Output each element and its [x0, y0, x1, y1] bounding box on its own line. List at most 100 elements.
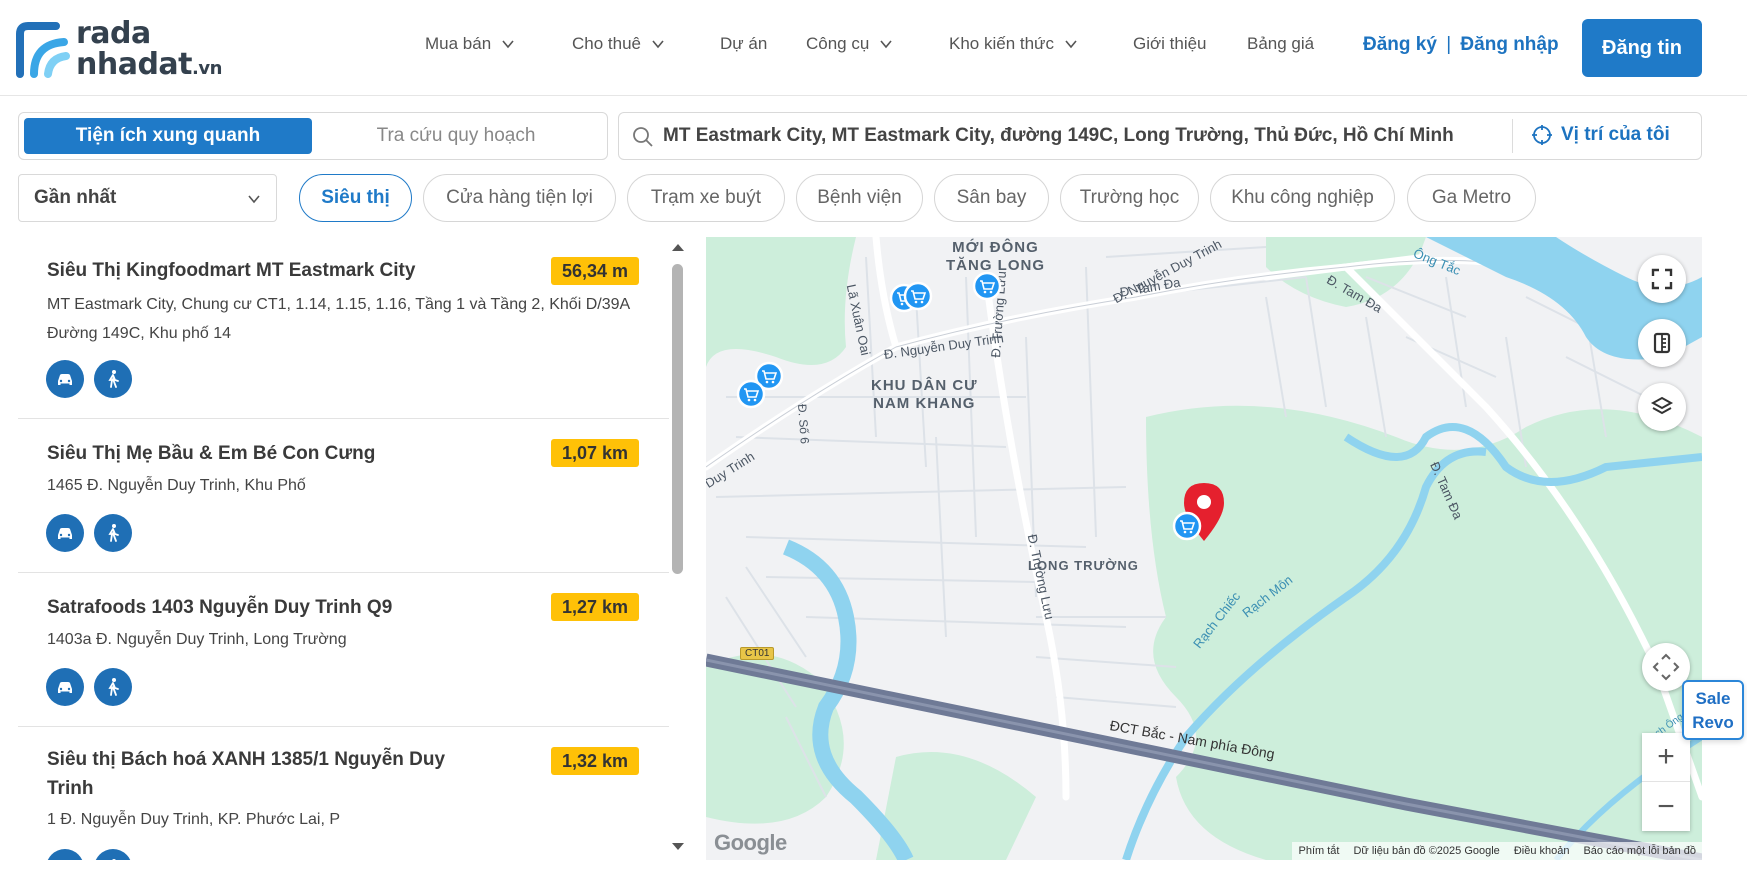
shopping-cart-marker-icon[interactable] — [736, 379, 766, 413]
search-icon — [633, 127, 653, 147]
area-label-text: KHU DÂN CƯ NAM KHANG — [871, 377, 978, 412]
nav-du-an[interactable]: Dự án — [720, 34, 767, 54]
result-address: 1403a Đ. Nguyễn Duy Trinh, Long Trường — [47, 631, 347, 648]
sale-revo-badge[interactable]: Sale Revo — [1682, 680, 1744, 740]
login-link[interactable]: Đăng nhập — [1460, 34, 1558, 55]
fullscreen-button[interactable] — [1638, 255, 1686, 303]
car-icon — [54, 857, 76, 860]
nav-bang-gia[interactable]: Bảng giá — [1247, 34, 1314, 54]
distance-badge: 1,07 km — [550, 439, 639, 467]
nav-gioi-thieu[interactable]: Giới thiệu — [1133, 34, 1207, 54]
nav-label: Bảng giá — [1247, 34, 1315, 53]
scroll-down-arrow-icon[interactable] — [672, 843, 684, 850]
register-link[interactable]: Đăng ký — [1363, 34, 1437, 55]
shopping-cart-marker-icon[interactable] — [903, 281, 933, 315]
drive-directions-button[interactable] — [46, 514, 84, 552]
chevron-down-icon — [502, 40, 514, 49]
chip-khu-cong-nghiep[interactable]: Khu công nghiệp — [1210, 174, 1395, 222]
google-logo: Google — [714, 830, 787, 855]
result-address: MT Eastmark City, Chung cư CT1, 1.14, 1.… — [47, 296, 630, 342]
area-label: KHU DÂN CƯ NAM KHANG — [871, 377, 978, 413]
chip-cua-hang-tien-loi[interactable]: Cửa hàng tiện lợi — [423, 174, 616, 222]
sale-badge-line2: Revo — [1692, 713, 1734, 732]
nav-label: Công cụ — [806, 34, 870, 53]
walk-icon — [108, 678, 119, 696]
layers-icon — [1650, 396, 1674, 415]
crosshair-icon — [1532, 125, 1552, 145]
search-divider — [1512, 119, 1513, 153]
scroll-up-arrow-icon[interactable] — [672, 244, 684, 251]
highway-shield: CT01 — [740, 647, 775, 660]
nav-label: Cho thuê — [572, 34, 641, 53]
list-item[interactable]: Siêu Thị Kingfoodmart MT Eastmark City 5… — [18, 236, 669, 419]
drive-directions-button[interactable] — [46, 360, 84, 398]
chip-san-bay[interactable]: Sân bay — [934, 174, 1049, 222]
logo-mark-icon — [16, 22, 70, 78]
drive-directions-button[interactable] — [46, 668, 84, 706]
list-item[interactable]: Siêu Thị Mẹ Bầu & Em Bé Con Cưng 1,07 km… — [18, 419, 669, 573]
logo-text: rada nhadat.vn — [76, 18, 222, 84]
pan-arrows-icon — [1652, 653, 1680, 681]
walk-directions-button[interactable] — [94, 514, 132, 552]
keyboard-shortcuts-link[interactable]: Phím tắt — [1298, 845, 1339, 857]
shopping-cart-marker-icon[interactable] — [972, 271, 1002, 305]
chip-truong-hoc[interactable]: Trường học — [1060, 174, 1199, 222]
zoom-in-button[interactable]: + — [1642, 733, 1690, 782]
logo-line1: rada — [76, 16, 151, 51]
logo[interactable]: rada nhadat.vn — [16, 18, 246, 80]
list-item[interactable]: Siêu thị Bách hoá XANH 1385/1 Nguyễn Duy… — [18, 727, 669, 860]
tab-tien-ich[interactable]: Tiện ích xung quanh — [24, 118, 312, 154]
tab-quy-hoach[interactable]: Tra cứu quy hoạch — [312, 118, 600, 154]
chevron-down-icon — [248, 195, 260, 204]
walk-directions-button[interactable] — [94, 668, 132, 706]
site-header: rada nhadat.vn Mua bán Cho thuê Dự án Cô… — [0, 0, 1747, 96]
mode-toggle: Tiện ích xung quanh Tra cứu quy hoạch — [18, 112, 608, 160]
walk-directions-button[interactable] — [94, 849, 132, 860]
layers-button[interactable] — [1638, 383, 1686, 431]
nav-mua-ban[interactable]: Mua bán — [425, 34, 515, 54]
area-label: MỚI ĐÔNG TĂNG LONG — [946, 239, 1045, 275]
map-view[interactable]: MỚI ĐÔNG TĂNG LONG KHU DÂN CƯ NAM KHANG … — [706, 237, 1702, 860]
legend-button[interactable] — [1638, 319, 1686, 367]
drive-directions-button[interactable] — [46, 849, 84, 860]
chip-benh-vien[interactable]: Bệnh viện — [796, 174, 923, 222]
nav-kho-kien-thuc[interactable]: Kho kiến thức — [949, 34, 1078, 54]
result-name: Satrafoods 1403 Nguyễn Duy Trinh Q9 — [47, 597, 393, 618]
walk-icon — [108, 524, 119, 542]
chip-sieu-thi[interactable]: Siêu thị — [299, 174, 412, 222]
search-input[interactable]: MT Eastmark City, MT Eastmark City, đườn… — [663, 125, 1493, 147]
area-label-text: MỚI ĐÔNG TĂNG LONG — [946, 239, 1045, 274]
zoom-control: + − — [1642, 733, 1690, 831]
chevron-down-icon — [880, 40, 892, 49]
shopping-cart-marker-icon[interactable] — [1172, 511, 1202, 545]
nav-label: Dự án — [720, 34, 768, 53]
distance-badge: 1,32 km — [550, 747, 639, 775]
sort-value: Gần nhất — [34, 187, 117, 208]
terms-link[interactable]: Điều khoản — [1514, 845, 1570, 857]
my-location-label: Vị trí của tôi — [1561, 124, 1670, 145]
scrollbar-thumb[interactable] — [672, 264, 683, 574]
nav-cho-thue[interactable]: Cho thuê — [572, 34, 665, 54]
my-location-button[interactable]: Vị trí của tôi — [1531, 124, 1670, 146]
fullscreen-icon — [1651, 268, 1673, 290]
sort-select[interactable]: Gần nhất — [18, 174, 277, 222]
chip-tram-xe-buyt[interactable]: Trạm xe buýt — [627, 174, 785, 222]
result-address: 1465 Đ. Nguyễn Duy Trinh, Khu Phố — [47, 477, 306, 494]
report-error-link[interactable]: Báo cáo một lỗi bản đồ — [1583, 845, 1696, 857]
nav-label: Mua bán — [425, 34, 492, 53]
result-name: Siêu Thị Kingfoodmart MT Eastmark City — [47, 260, 416, 281]
map-attribution: Phím tắt Dữ liệu bản đồ ©2025 Google Điề… — [1292, 842, 1702, 860]
car-icon — [58, 528, 72, 539]
nav-label: Kho kiến thức — [949, 34, 1054, 53]
result-name: Siêu thị Bách hoá XANH 1385/1 Nguyễn Duy… — [47, 749, 446, 799]
post-listing-button[interactable]: Đăng tin — [1582, 19, 1702, 77]
walk-icon — [112, 859, 116, 860]
result-name: Siêu Thị Mẹ Bầu & Em Bé Con Cưng — [47, 443, 376, 464]
zoom-out-button[interactable]: − — [1642, 782, 1690, 831]
nav-cong-cu[interactable]: Công cụ — [806, 34, 893, 54]
chevron-down-icon — [652, 40, 664, 49]
list-scrollbar[interactable] — [670, 240, 684, 860]
chip-ga-metro[interactable]: Ga Metro — [1407, 174, 1536, 222]
list-item[interactable]: Satrafoods 1403 Nguyễn Duy Trinh Q9 1,27… — [18, 573, 669, 727]
walk-directions-button[interactable] — [94, 360, 132, 398]
